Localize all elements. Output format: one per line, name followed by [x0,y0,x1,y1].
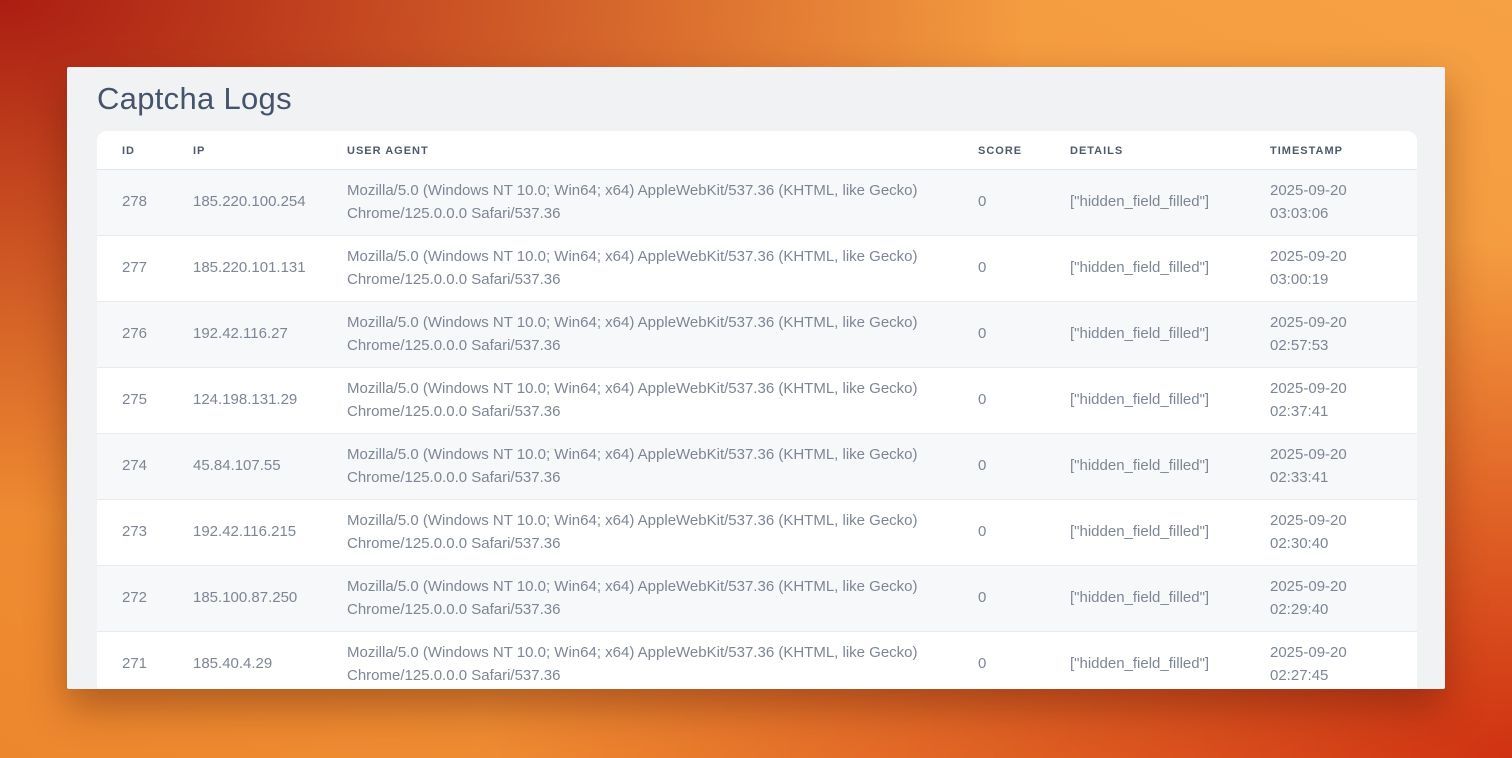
table-row: 278185.220.100.254Mozilla/5.0 (Windows N… [97,170,1417,236]
cell-user-agent: Mozilla/5.0 (Windows NT 10.0; Win64; x64… [322,500,953,566]
page-title: Captcha Logs [97,80,1445,117]
cell-ip: 185.220.100.254 [168,170,322,236]
cell-timestamp: 2025-09-20 02:37:41 [1245,368,1417,434]
cell-id: 274 [97,434,168,500]
cell-user-agent: Mozilla/5.0 (Windows NT 10.0; Win64; x64… [322,434,953,500]
cell-score: 0 [953,236,1045,302]
cell-id: 273 [97,500,168,566]
cell-ip: 45.84.107.55 [168,434,322,500]
cell-score: 0 [953,302,1045,368]
logs-table-container: ID IP USER AGENT SCORE DETAILS TIMESTAMP… [97,131,1417,689]
cell-timestamp: 2025-09-20 02:57:53 [1245,302,1417,368]
cell-timestamp: 2025-09-20 02:27:45 [1245,632,1417,690]
page-background: { "page": { "title": "Captcha Logs" }, "… [0,0,1512,758]
cell-ip: 185.100.87.250 [168,566,322,632]
cell-details: ["hidden_field_filled"] [1045,170,1245,236]
cell-ip: 192.42.116.27 [168,302,322,368]
cell-details: ["hidden_field_filled"] [1045,434,1245,500]
cell-user-agent: Mozilla/5.0 (Windows NT 10.0; Win64; x64… [322,566,953,632]
table-header: ID IP USER AGENT SCORE DETAILS TIMESTAMP [97,131,1417,170]
cell-user-agent: Mozilla/5.0 (Windows NT 10.0; Win64; x64… [322,170,953,236]
table-row: 271185.40.4.29Mozilla/5.0 (Windows NT 10… [97,632,1417,690]
cell-ip: 124.198.131.29 [168,368,322,434]
cell-score: 0 [953,500,1045,566]
cell-score: 0 [953,434,1045,500]
cell-details: ["hidden_field_filled"] [1045,302,1245,368]
cell-user-agent: Mozilla/5.0 (Windows NT 10.0; Win64; x64… [322,302,953,368]
column-header-user-agent: USER AGENT [322,131,953,170]
cell-user-agent: Mozilla/5.0 (Windows NT 10.0; Win64; x64… [322,632,953,690]
cell-score: 0 [953,170,1045,236]
cell-timestamp: 2025-09-20 02:33:41 [1245,434,1417,500]
cell-ip: 192.42.116.215 [168,500,322,566]
cell-details: ["hidden_field_filled"] [1045,632,1245,690]
table-row: 272185.100.87.250Mozilla/5.0 (Windows NT… [97,566,1417,632]
cell-timestamp: 2025-09-20 02:30:40 [1245,500,1417,566]
cell-details: ["hidden_field_filled"] [1045,566,1245,632]
table-row: 273192.42.116.215Mozilla/5.0 (Windows NT… [97,500,1417,566]
column-header-timestamp: TIMESTAMP [1245,131,1417,170]
table-row: 275124.198.131.29Mozilla/5.0 (Windows NT… [97,368,1417,434]
cell-score: 0 [953,566,1045,632]
column-header-ip: IP [168,131,322,170]
cell-ip: 185.40.4.29 [168,632,322,690]
column-header-id: ID [97,131,168,170]
cell-id: 272 [97,566,168,632]
cell-score: 0 [953,368,1045,434]
cell-id: 275 [97,368,168,434]
cell-details: ["hidden_field_filled"] [1045,236,1245,302]
cell-timestamp: 2025-09-20 02:29:40 [1245,566,1417,632]
cell-id: 277 [97,236,168,302]
cell-timestamp: 2025-09-20 03:00:19 [1245,236,1417,302]
cell-timestamp: 2025-09-20 03:03:06 [1245,170,1417,236]
cell-id: 278 [97,170,168,236]
cell-ip: 185.220.101.131 [168,236,322,302]
cell-details: ["hidden_field_filled"] [1045,368,1245,434]
cell-details: ["hidden_field_filled"] [1045,500,1245,566]
cell-score: 0 [953,632,1045,690]
column-header-score: SCORE [953,131,1045,170]
cell-id: 276 [97,302,168,368]
cell-id: 271 [97,632,168,690]
cell-user-agent: Mozilla/5.0 (Windows NT 10.0; Win64; x64… [322,236,953,302]
table-header-row: ID IP USER AGENT SCORE DETAILS TIMESTAMP [97,131,1417,170]
column-header-details: DETAILS [1045,131,1245,170]
cell-user-agent: Mozilla/5.0 (Windows NT 10.0; Win64; x64… [322,368,953,434]
captcha-logs-card: Captcha Logs ID IP USER AGENT SCORE DETA… [67,67,1445,689]
table-row: 27445.84.107.55Mozilla/5.0 (Windows NT 1… [97,434,1417,500]
table-row: 276192.42.116.27Mozilla/5.0 (Windows NT … [97,302,1417,368]
logs-table: ID IP USER AGENT SCORE DETAILS TIMESTAMP… [97,131,1417,689]
log-table-body: 278185.220.100.254Mozilla/5.0 (Windows N… [97,170,1417,690]
table-row: 277185.220.101.131Mozilla/5.0 (Windows N… [97,236,1417,302]
